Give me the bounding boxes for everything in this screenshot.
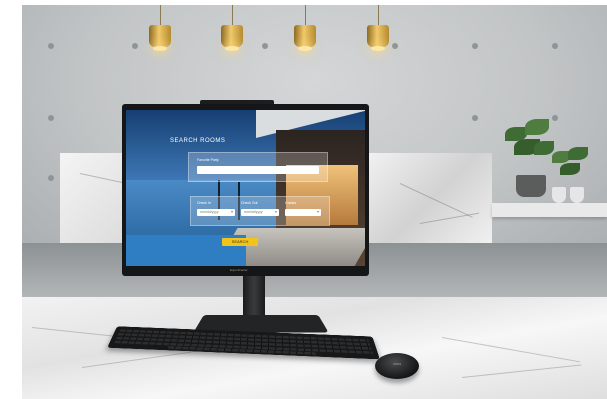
destination-panel: Favorite Party — [188, 152, 328, 182]
checkout-label: Check Out — [241, 201, 258, 205]
wall-tie-hole — [262, 43, 268, 49]
checkout-field[interactable]: mm/dd/yyyy ▾ — [241, 209, 279, 216]
pendant-lamp — [294, 25, 316, 51]
pendant-wire — [232, 5, 233, 25]
potted-plant-small — [548, 147, 598, 207]
guests-label: Guests — [285, 201, 297, 205]
wall-tie-hole — [552, 43, 558, 49]
mouse-brand-logo: ASUS — [393, 362, 402, 366]
destination-label: Favorite Party — [197, 158, 219, 162]
wall-tie-hole — [132, 43, 138, 49]
plant-pot — [516, 175, 546, 197]
marble-vein — [441, 337, 580, 363]
wall-tie-hole — [48, 175, 54, 181]
plant-pot — [552, 187, 566, 203]
pendant-wire — [160, 5, 161, 25]
wireless-mouse: ASUS — [375, 353, 419, 379]
monitor-screen: SEARCH ROOMS Favorite Party Check In mm/… — [126, 110, 365, 266]
dates-panel: Check In mm/dd/yyyy ▾ Check Out mm/dd/yy… — [190, 196, 330, 226]
pendant-lamp — [221, 25, 243, 51]
marble-vein — [399, 183, 473, 218]
pendant-wire — [378, 5, 379, 25]
marble-vein — [419, 212, 480, 224]
checkout-value: mm/dd/yyyy — [244, 210, 263, 214]
chevron-down-icon: ▾ — [316, 209, 319, 214]
plant-pot — [570, 187, 584, 203]
checkin-label: Check In — [197, 201, 211, 205]
chevron-down-icon: ▾ — [230, 209, 233, 214]
monitor-brand-label: ExpertCenter — [230, 268, 248, 272]
search-button[interactable]: SEARCH — [222, 238, 258, 246]
wall-tie-hole — [472, 115, 478, 121]
wall-tie-hole — [48, 115, 54, 121]
checkin-value: mm/dd/yyyy — [200, 210, 219, 214]
wall-tie-hole — [392, 43, 398, 49]
search-rooms-title: SEARCH ROOMS — [170, 138, 226, 144]
pendant-lamp — [149, 25, 171, 51]
wall-tie-hole — [48, 43, 54, 49]
wall-tie-hole — [472, 43, 478, 49]
plant-leaf — [525, 119, 549, 135]
marble-vein — [461, 364, 582, 378]
guests-field[interactable]: ▾ — [285, 209, 321, 216]
destination-input[interactable] — [197, 166, 319, 174]
chevron-down-icon: ▾ — [274, 209, 277, 214]
marble-vein — [81, 351, 191, 368]
pendant-lamp — [367, 25, 389, 51]
plant-leaf — [568, 147, 588, 160]
checkin-field[interactable]: mm/dd/yyyy ▾ — [197, 209, 235, 216]
pendant-wire — [305, 5, 306, 25]
plant-leaf — [560, 163, 580, 175]
